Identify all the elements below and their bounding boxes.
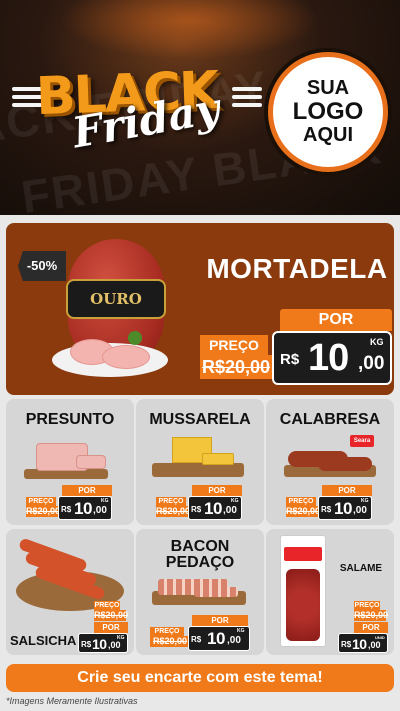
price-cents: ,00 (227, 635, 241, 646)
new-price-box: R$ 10 ,00 KG (318, 496, 372, 520)
price-integer: 10 (334, 499, 352, 518)
calabresa-image (318, 457, 372, 471)
product-name: SALAME (339, 563, 383, 574)
cheese-slice-image (202, 453, 234, 465)
new-price-box: R$ 10 ,00 KG (58, 496, 112, 520)
old-price: R$20,00 (150, 636, 190, 647)
price-tag: PREÇO R$20,00 POR R$ 10 ,00 UNID (338, 601, 394, 653)
salame-brand-band (284, 547, 322, 561)
offers-panel: OURO -50% MORTADELA POR PREÇO R$20,00 R$… (0, 215, 400, 711)
preco-label: PREÇO (94, 601, 120, 610)
price-tag: POR PREÇO R$20,00 R$ 10 ,00 KG (150, 615, 250, 651)
cta-banner[interactable]: Crie seu encarte com este tema! (6, 664, 394, 692)
price-unit: KG (370, 337, 384, 347)
price-tag: POR PREÇO R$20,00 R$ 10 ,00 KG (286, 485, 374, 521)
product-card-bacon[interactable]: BACON PEDAÇO POR PREÇO R$20,00 R$ 10 ,00… (136, 529, 264, 655)
por-label: POR (192, 615, 248, 626)
por-label: POR (322, 485, 372, 496)
price-cents: ,00 (108, 640, 121, 650)
currency: R$ (61, 505, 72, 514)
old-price: R$20,00 (200, 355, 272, 379)
price-cents: ,00 (93, 505, 107, 516)
black-friday-header: ACK FRIDAY FRIDAY BLACK BLACK Friday SUA… (0, 0, 400, 215)
price-tag: POR PREÇO R$20,00 R$ 10 ,00 KG (156, 485, 244, 521)
bacon-slice-image (194, 587, 238, 597)
price-integer: 10 (207, 629, 225, 648)
logo-text: SUA (306, 77, 350, 100)
preco-label: PREÇO (26, 497, 56, 506)
product-card-presunto[interactable]: PRESUNTO POR PREÇO R$20,00 R$ 10 ,00 KG (6, 399, 134, 525)
currency: R$ (81, 640, 92, 649)
old-price: R$20,00 (156, 506, 191, 517)
new-price-box: R$ 10 ,00 KG (78, 633, 128, 653)
product-name: MUSSARELA (149, 411, 251, 428)
por-label: POR (192, 485, 242, 496)
por-label: POR (94, 622, 128, 633)
logo-placeholder[interactable]: SUA LOGO AQUI (268, 52, 388, 172)
presunto-slice-image (76, 455, 106, 469)
logo-text: AQUI (303, 123, 353, 146)
currency: R$ (191, 505, 202, 514)
product-card-salsicha[interactable]: SALSICHA PREÇO R$20,00 POR R$ 10 ,00 KG (6, 529, 134, 655)
herb-garnish (128, 331, 142, 345)
product-name: CALABRESA (279, 411, 381, 428)
price-integer: 10 (308, 337, 349, 379)
new-price-box: R$ 10 ,00 KG (272, 331, 392, 385)
price-cents: ,00 (358, 353, 385, 374)
product-card-mussarela[interactable]: MUSSARELA POR PREÇO R$20,00 R$ 10 ,00 KG (136, 399, 264, 525)
featured-offer-card[interactable]: OURO -50% MORTADELA POR PREÇO R$20,00 R$… (6, 223, 394, 395)
slice-image (102, 345, 150, 369)
product-card-calabresa[interactable]: CALABRESA Seara POR PREÇO R$20,00 R$ 10 … (266, 399, 394, 525)
product-name: PRESUNTO (25, 411, 115, 428)
cutting-board-image (152, 463, 244, 477)
product-card-salame[interactable]: SALAME PREÇO R$20,00 POR R$ 10 ,00 UNID (266, 529, 394, 655)
speed-lines-right (232, 87, 262, 111)
seara-logo: Seara (350, 435, 374, 447)
new-price-box: R$ 10 ,00 KG (188, 496, 242, 520)
currency: R$ (341, 640, 352, 649)
currency: R$ (321, 505, 332, 514)
new-price-box: R$ 10 ,00 UNID (338, 633, 388, 653)
por-label: POR (62, 485, 112, 496)
price-cents: ,00 (223, 505, 237, 516)
currency: R$ (280, 351, 300, 368)
preco-label: PREÇO (354, 601, 380, 610)
preco-label: PREÇO (286, 497, 316, 506)
currency: R$ (191, 635, 202, 644)
price-tag: POR PREÇO R$20,00 R$ 10 ,00 KG (26, 485, 114, 521)
featured-product-name: MORTADELA (206, 253, 388, 284)
por-label: POR (280, 309, 392, 331)
product-name: SALSICHA (10, 633, 77, 648)
price-tag: PREÇO R$20,00 POR R$ 10 ,00 KG (78, 601, 134, 653)
price-cents: ,00 (368, 640, 381, 650)
product-name: BACON PEDAÇO (165, 538, 235, 571)
fire-glow (60, 0, 320, 60)
price-integer: 10 (92, 636, 107, 652)
price-unit: UNID (375, 635, 385, 640)
brand-label: OURO (66, 279, 166, 319)
price-unit: KG (237, 628, 245, 634)
salame-image (286, 569, 320, 641)
preco-label: PREÇO (156, 497, 186, 506)
old-price: R$20,00 (354, 610, 389, 621)
old-price: R$20,00 (94, 610, 129, 621)
price-integer: 10 (74, 499, 92, 518)
logo-text: LOGO (292, 98, 364, 126)
discount-badge: -50% (18, 251, 66, 281)
disclaimer-text: *Imagens Meramente Ilustrativas (6, 696, 138, 706)
price-unit: KG (117, 635, 125, 641)
price-unit: KG (101, 498, 109, 504)
price-unit: KG (361, 498, 369, 504)
preco-label: PREÇO (150, 627, 184, 636)
preco-label: PREÇO (200, 335, 268, 355)
new-price-box: R$ 10 ,00 KG (188, 626, 250, 651)
price-integer: 10 (204, 499, 222, 518)
price-integer: 10 (352, 636, 367, 652)
por-label: POR (354, 622, 388, 633)
old-price: R$20,00 (286, 506, 321, 517)
old-price: R$20,00 (26, 506, 61, 517)
price-unit: KG (231, 498, 239, 504)
price-cents: ,00 (353, 505, 367, 516)
